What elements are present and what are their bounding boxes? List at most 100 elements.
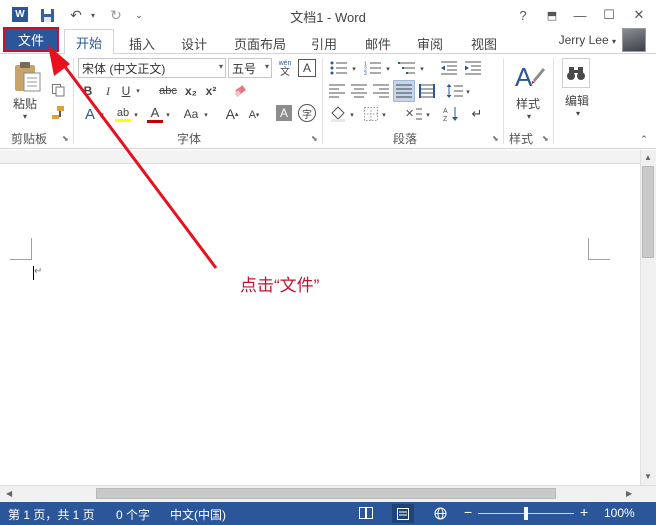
tab-home[interactable]: 开始 [64,29,114,54]
character-border-icon[interactable]: A [298,59,316,77]
align-center-icon[interactable] [350,82,368,100]
text-effects-icon[interactable]: A [82,104,98,124]
chinese-layout-dropdown-icon[interactable]: ▾ [424,108,432,122]
minimize-button[interactable]: — [567,4,593,26]
increase-indent-icon[interactable] [464,59,482,77]
font-name-combo[interactable]: 宋体 (中文正文) ▾ [78,58,226,78]
copy-icon[interactable] [50,82,66,98]
change-case-dropdown-icon[interactable]: ▾ [202,108,210,122]
page-top-margin [0,150,640,164]
horizontal-scroll-thumb[interactable] [96,488,556,499]
highlight-icon[interactable]: ab [114,104,132,124]
phonetic-guide-icon[interactable]: wén 文 [276,57,294,79]
align-left-icon[interactable] [328,82,346,100]
bullets-dropdown-icon[interactable]: ▾ [350,62,358,76]
tab-mailings[interactable]: 邮件 [356,32,400,54]
font-launcher-icon[interactable]: ⬊ [311,134,318,143]
bold-button[interactable]: B [80,82,96,100]
multilevel-dropdown-icon[interactable]: ▾ [418,62,426,76]
shading-dropdown-icon[interactable]: ▾ [348,108,356,122]
vertical-scroll-thumb[interactable] [642,166,654,258]
word-count[interactable]: 0 个字 [116,506,150,523]
line-spacing-icon[interactable] [446,82,464,100]
shading-icon[interactable] [328,104,348,124]
line-spacing-dropdown-icon[interactable]: ▾ [464,85,472,99]
clipboard-launcher-icon[interactable]: ⬊ [62,134,69,143]
styles-button[interactable]: 样式 [516,95,540,112]
editing-dropdown-icon[interactable]: ▾ [573,108,583,118]
multilevel-list-icon[interactable] [396,59,418,77]
chinese-layout-icon[interactable]: ✕ [404,104,424,124]
scroll-right-icon[interactable]: ▶ [626,489,632,498]
read-mode-icon[interactable] [358,506,374,520]
ribbon-display-button[interactable]: ⬒ [539,4,565,26]
close-button[interactable]: ✕ [626,4,652,26]
zoom-slider[interactable] [478,507,574,520]
font-size-combo[interactable]: 五号 ▾ [228,58,272,78]
scroll-left-icon[interactable]: ◀ [6,489,12,498]
editing-button[interactable]: 编辑 [565,92,589,109]
zoom-out-button[interactable]: − [464,504,472,520]
change-case-button[interactable]: Aa [180,104,202,124]
borders-icon[interactable] [362,104,380,124]
grow-font-button[interactable]: A ▴ [224,104,240,124]
web-layout-icon[interactable] [432,506,448,520]
tab-file[interactable]: 文件 [3,27,59,52]
paste-button[interactable]: 粘贴 [13,95,37,112]
zoom-level[interactable]: 100% [604,506,635,520]
zoom-in-button[interactable]: + [580,504,588,520]
scroll-down-icon[interactable]: ▼ [644,472,652,481]
font-color-dropdown-icon[interactable]: ▾ [164,108,172,122]
collapse-ribbon-icon[interactable]: ⌃ [638,134,650,144]
cut-icon[interactable]: ✂ [50,60,66,76]
binoculars-icon[interactable] [562,58,590,88]
help-button[interactable]: ? [510,4,536,26]
underline-dropdown-icon[interactable]: ▾ [134,84,142,98]
bullets-icon[interactable] [328,59,350,77]
numbering-dropdown-icon[interactable]: ▾ [384,62,392,76]
clear-formatting-icon[interactable] [232,82,250,100]
tab-layout[interactable]: 页面布局 [228,32,292,54]
page-count[interactable]: 第 1 页，共 1 页 [8,506,95,523]
styles-icon[interactable]: A [512,59,546,91]
subscript-button[interactable]: x₂ [182,82,200,100]
paragraph-launcher-icon[interactable]: ⬊ [492,134,499,143]
tab-references[interactable]: 引用 [302,32,346,54]
tab-design[interactable]: 设计 [172,32,216,54]
align-right-icon[interactable] [372,82,390,100]
document-page[interactable] [0,150,640,485]
show-formatting-icon[interactable]: ↵ [468,104,486,124]
scroll-up-icon[interactable]: ▲ [644,153,652,162]
user-name[interactable]: Jerry Lee ▾ [559,33,616,47]
justify-icon[interactable] [393,80,415,102]
paste-icon[interactable] [10,60,44,94]
enclose-characters-button[interactable]: 字 [298,104,316,122]
distributed-icon[interactable] [418,82,436,100]
superscript-button[interactable]: x² [202,82,220,100]
zoom-slider-thumb[interactable] [524,507,528,520]
borders-dropdown-icon[interactable]: ▾ [380,108,388,122]
styles-launcher-icon[interactable]: ⬊ [542,134,549,143]
format-painter-icon[interactable] [50,105,66,121]
tab-insert[interactable]: 插入 [120,32,164,54]
language-indicator[interactable]: 中文(中国) [170,506,226,523]
shrink-font-button[interactable]: A ▾ [246,106,262,124]
tab-review[interactable]: 审阅 [408,32,452,54]
print-layout-icon[interactable] [392,504,414,523]
numbering-icon[interactable]: 123 [362,59,384,77]
paste-dropdown-icon[interactable]: ▾ [20,111,30,121]
styles-dropdown-icon[interactable]: ▾ [524,111,534,121]
tab-view[interactable]: 视图 [462,32,506,54]
italic-button[interactable]: I [100,82,116,100]
highlight-dropdown-icon[interactable]: ▾ [132,108,140,122]
text-effects-dropdown-icon[interactable]: ▾ [98,108,106,122]
svg-text:✕: ✕ [405,108,414,120]
character-shading-button[interactable]: A [276,105,292,121]
sort-icon[interactable]: AZ [442,104,462,124]
underline-button[interactable]: U [118,82,134,100]
decrease-indent-icon[interactable] [440,59,458,77]
avatar[interactable] [622,28,646,52]
font-color-icon[interactable]: A [146,104,164,124]
strikethrough-button[interactable]: abc [156,82,180,100]
restore-button[interactable]: ☐ [596,4,622,26]
